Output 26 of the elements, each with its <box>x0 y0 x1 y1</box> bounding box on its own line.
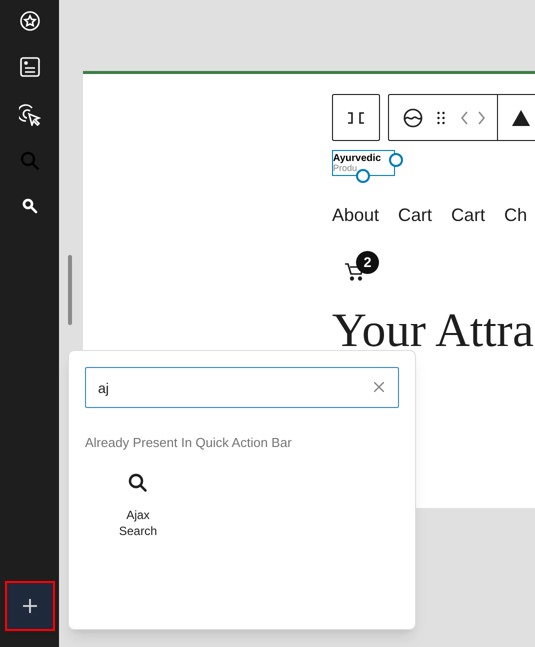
search-icon <box>128 472 148 492</box>
plus-icon <box>23 599 37 613</box>
section-label: Already Present In Quick Action Bar <box>85 434 293 452</box>
transform-button[interactable] <box>332 94 380 141</box>
nav-link[interactable]: About <box>332 202 380 229</box>
drag-handle-icon[interactable] <box>437 110 445 124</box>
scrollbar[interactable] <box>68 255 72 325</box>
logo-subtitle: Produ <box>333 164 358 173</box>
triangle-icon[interactable] <box>512 110 530 126</box>
move-arrows-icon[interactable] <box>461 110 485 124</box>
cart-icon[interactable] <box>345 263 365 281</box>
bracket-icon <box>347 112 365 124</box>
card-icon[interactable] <box>20 57 40 77</box>
clear-icon[interactable] <box>374 382 384 392</box>
block-item[interactable]: Ajax Search <box>85 472 191 538</box>
nav-link[interactable]: Ch <box>504 202 528 229</box>
search-icon[interactable] <box>22 198 38 214</box>
wave-circle-icon[interactable] <box>403 108 423 128</box>
add-button[interactable] <box>5 581 55 631</box>
nav-link[interactable]: Cart <box>451 202 486 229</box>
logo-title: Ayurvedic <box>333 153 382 164</box>
nav-link[interactable]: Cart <box>398 202 432 229</box>
search-field[interactable]: aj <box>85 367 399 408</box>
page-heading: Your Attra <box>332 303 535 359</box>
cart-count-badge: 2 <box>356 251 379 274</box>
pointer-click-icon[interactable] <box>18 104 40 126</box>
